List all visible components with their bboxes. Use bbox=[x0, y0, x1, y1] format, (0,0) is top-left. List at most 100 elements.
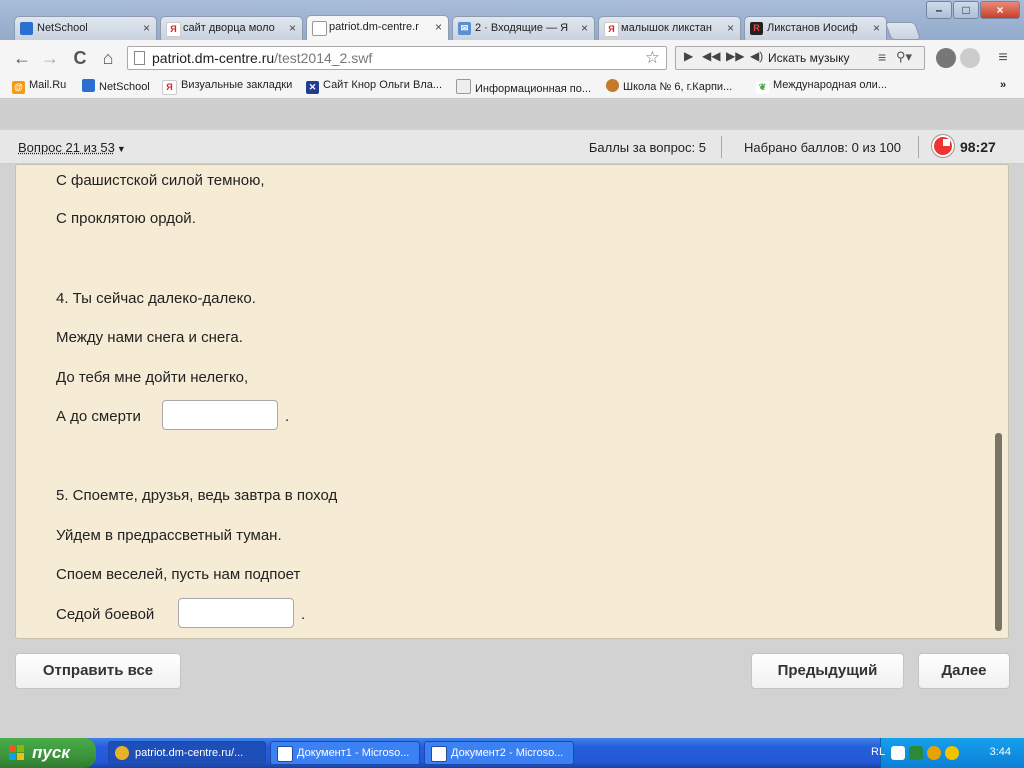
tab-close-icon[interactable]: × bbox=[727, 17, 734, 40]
menu-icon[interactable]: ≡ bbox=[878, 49, 886, 65]
url-text: patriot.dm-centre.ru/test2014_2.swf bbox=[152, 50, 372, 66]
page-favicon-icon bbox=[312, 21, 327, 36]
bookmark-netschool[interactable]: NetSchool bbox=[82, 79, 150, 93]
profile-icon[interactable] bbox=[960, 48, 980, 68]
bookmark-info[interactable]: Информационная по... bbox=[456, 79, 591, 95]
play-icon[interactable]: ▶ bbox=[684, 49, 693, 63]
reload-button[interactable]: C bbox=[70, 48, 90, 68]
tray-icon[interactable] bbox=[891, 746, 905, 760]
previous-button[interactable]: Предыдущий bbox=[751, 653, 904, 689]
poem-line: Уйдем в предрассветный туман. bbox=[56, 527, 282, 544]
close-window-button[interactable]: × bbox=[980, 1, 1020, 19]
timer-icon bbox=[932, 135, 954, 157]
bookmark-visual[interactable]: Я Визуальные закладки bbox=[162, 79, 292, 95]
windows-taskbar: пуск patriot.dm-centre.ru/... Документ1 … bbox=[0, 738, 1024, 768]
tray-icon[interactable] bbox=[927, 746, 941, 760]
punctuation: . bbox=[301, 606, 306, 623]
poem-line: А до смерти bbox=[56, 408, 141, 425]
maximize-button[interactable]: □ bbox=[953, 1, 979, 19]
tab-netschool[interactable]: NetSchool × bbox=[14, 16, 157, 40]
tab-title: 2 · Входящие — Я bbox=[475, 22, 569, 34]
question-number: Вопрос 21 из 53 bbox=[18, 140, 115, 155]
new-tab-button[interactable] bbox=[884, 22, 922, 40]
yandex-favicon-icon: Я bbox=[604, 22, 619, 37]
answer-input-1[interactable] bbox=[162, 400, 278, 430]
leaf-icon: ❦ bbox=[756, 81, 769, 94]
bookmark-star-icon[interactable]: ☆ bbox=[645, 48, 660, 68]
word-icon bbox=[431, 746, 447, 762]
music-search-label[interactable]: Искать музыку bbox=[768, 51, 850, 65]
site-favicon-icon: R bbox=[750, 22, 763, 35]
network-icon[interactable] bbox=[909, 746, 923, 760]
bookmark-label: Mail.Ru bbox=[29, 79, 67, 91]
minimize-button[interactable]: – bbox=[926, 1, 952, 19]
address-bar[interactable]: patriot.dm-centre.ru/test2014_2.swf ☆ bbox=[127, 46, 667, 70]
poem-line: Между нами снега и снега. bbox=[56, 329, 243, 346]
tab-close-icon[interactable]: × bbox=[143, 17, 150, 40]
poem-line: С проклятою ордой. bbox=[56, 210, 196, 227]
bookmark-label: NetSchool bbox=[99, 81, 150, 93]
home-button[interactable]: ⌂ bbox=[98, 48, 118, 68]
url-path: /test2014_2.swf bbox=[274, 50, 373, 66]
tray-icon[interactable] bbox=[945, 746, 959, 760]
timer-value: 98:27 bbox=[960, 139, 996, 155]
tab-title: Ликстанов Иосиф bbox=[767, 22, 858, 34]
word-icon bbox=[277, 746, 293, 762]
bookmark-label: Школа № 6, г.Карпи... bbox=[623, 81, 733, 93]
back-button[interactable]: ← bbox=[12, 48, 32, 68]
fast-forward-icon[interactable]: ▶▶ bbox=[726, 49, 744, 63]
scrollbar-thumb[interactable] bbox=[995, 433, 1002, 631]
document-icon bbox=[456, 79, 471, 94]
netschool-favicon-icon bbox=[20, 22, 33, 35]
bookmark-label: Информационная по... bbox=[475, 83, 592, 95]
volume-icon[interactable]: ◀) bbox=[750, 49, 763, 63]
browser-titlebar: NetSchool × Я сайт дворца моло × patriot… bbox=[0, 0, 1024, 41]
tab-malyshok[interactable]: Я малышок ликстан × bbox=[598, 16, 741, 40]
tab-dvorets[interactable]: Я сайт дворца моло × bbox=[160, 16, 303, 40]
poem-line: 4. Ты сейчас далеко-далеко. bbox=[56, 290, 256, 307]
clock: 3:44 bbox=[989, 746, 1011, 758]
tab-mail[interactable]: ✉ 2 · Входящие — Я × bbox=[452, 16, 595, 40]
question-selector[interactable]: Вопрос 21 из 53 ▼ bbox=[18, 140, 126, 155]
uk-flag-icon: ✕ bbox=[306, 81, 319, 94]
chrome-menu-icon[interactable]: ≡ bbox=[993, 48, 1013, 68]
top-gray-bar bbox=[0, 99, 1024, 129]
bookmark-school6[interactable]: Школа № 6, г.Карпи... bbox=[606, 79, 732, 93]
taskbar-item-chrome[interactable]: patriot.dm-centre.ru/... bbox=[108, 741, 266, 765]
points-per-question: Баллы за вопрос: 5 bbox=[588, 140, 706, 155]
punctuation: . bbox=[285, 408, 290, 425]
tab-patriot[interactable]: patriot.dm-centre.r × bbox=[306, 15, 449, 41]
bookmark-knor[interactable]: ✕ Сайт Кнор Ольги Вла... bbox=[306, 79, 442, 94]
task-label: Документ2 - Microso... bbox=[451, 747, 564, 759]
start-button[interactable]: пуск bbox=[0, 738, 96, 768]
next-button[interactable]: Далее bbox=[918, 653, 1010, 689]
extension-icon[interactable] bbox=[936, 48, 956, 68]
quiz-content: Вопрос 21 из 53 ▼ Баллы за вопрос: 5 Набр… bbox=[0, 99, 1024, 738]
mailru-icon: @ bbox=[12, 81, 25, 94]
tab-close-icon[interactable]: × bbox=[873, 17, 880, 40]
divider bbox=[918, 136, 919, 158]
taskbar-item-doc2[interactable]: Документ2 - Microso... bbox=[424, 741, 574, 765]
bookmark-olymp[interactable]: ❦ Международная оли... bbox=[756, 79, 887, 94]
bookmark-label: Сайт Кнор Ольги Вла... bbox=[323, 79, 443, 91]
points-total: Набрано баллов: 0 из 100 bbox=[744, 140, 901, 155]
tab-close-icon[interactable]: × bbox=[289, 17, 296, 40]
poem-line: Споем веселей, пусть нам подпоет bbox=[56, 566, 301, 583]
taskbar-item-doc1[interactable]: Документ1 - Microso... bbox=[270, 741, 420, 765]
tab-likstanov[interactable]: R Ликстанов Иосиф × bbox=[744, 16, 887, 40]
search-icon[interactable]: ⚲▾ bbox=[896, 49, 912, 65]
forward-button[interactable]: → bbox=[40, 48, 60, 68]
language-indicator[interactable]: RL bbox=[871, 746, 885, 758]
answer-input-2[interactable] bbox=[178, 598, 294, 628]
music-toolbar: ▶ ◀◀ ▶▶ ◀) Искать музыку ≡ ⚲▾ bbox=[675, 46, 925, 70]
bookmark-label: Международная оли... bbox=[773, 79, 887, 91]
windows-logo-icon bbox=[9, 745, 24, 760]
bookmarks-overflow-button[interactable]: » bbox=[1000, 79, 1006, 91]
submit-all-button[interactable]: Отправить все bbox=[15, 653, 181, 689]
chevron-down-icon: ▼ bbox=[116, 144, 126, 154]
tab-close-icon[interactable]: × bbox=[435, 16, 442, 39]
tab-close-icon[interactable]: × bbox=[581, 17, 588, 40]
rewind-icon[interactable]: ◀◀ bbox=[702, 49, 720, 63]
firefox-icon bbox=[606, 79, 619, 92]
bookmark-mailru[interactable]: @ Mail.Ru bbox=[12, 79, 66, 94]
